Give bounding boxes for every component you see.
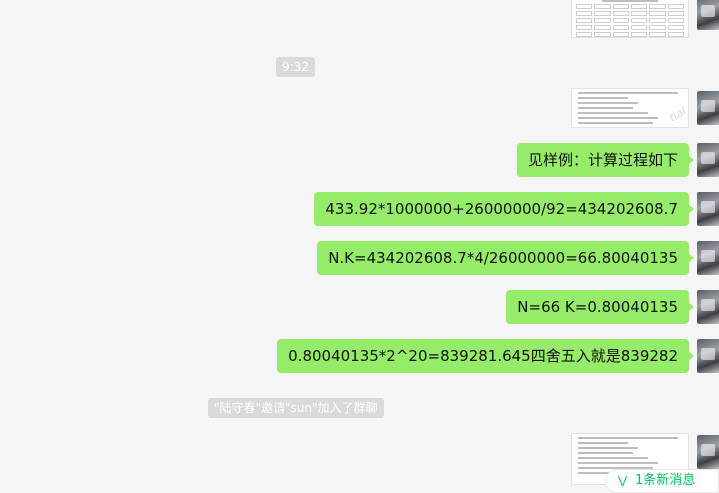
new-message-label: 1条新消息 — [635, 473, 696, 488]
message-bubble[interactable]: N=66 K=0.80040135 — [506, 290, 694, 324]
avatar[interactable] — [697, 91, 719, 125]
message-bubble[interactable]: 0.80040135*2^20=839281.645四舍五入就是839282 — [277, 339, 694, 373]
message-bubble[interactable]: 见样例：计算过程如下 — [516, 143, 695, 177]
image-message-table[interactable] — [571, 0, 689, 38]
avatar[interactable] — [697, 192, 719, 226]
message-bubble[interactable]: N.K=434202608.7*4/26000000=66.80040135 — [317, 241, 694, 275]
avatar[interactable] — [697, 241, 719, 275]
avatar[interactable] — [697, 290, 719, 324]
image-message-document[interactable]: tial — [571, 88, 689, 128]
time-divider: 9:32 — [276, 57, 315, 77]
message-bubble[interactable]: 433.92*1000000+26000000/92=434202608.7 — [314, 192, 694, 226]
new-message-button[interactable]: ⋁ 1条新消息 — [605, 469, 719, 493]
system-notice: "陆守春"邀请"sun"加入了群聊 — [208, 398, 384, 418]
double-chevron-down-icon: ⋁ — [618, 474, 628, 487]
image-watermark: tial — [666, 104, 689, 125]
avatar[interactable] — [697, 339, 719, 373]
avatar[interactable] — [697, 0, 719, 30]
avatar[interactable] — [697, 143, 719, 177]
avatar[interactable] — [697, 435, 719, 469]
